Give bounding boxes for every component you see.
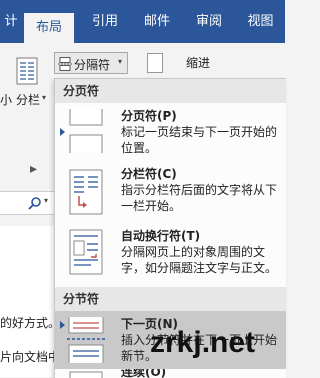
menu-item-description: 分隔网页上的对象周围的文字，如分隔题注文字与正文。 [121, 245, 278, 275]
arrow-right-icon[interactable]: ▸ [30, 161, 37, 177]
next-page-icon [67, 317, 105, 367]
search-icon[interactable] [28, 195, 42, 214]
text-wrapping-break-item[interactable]: 自动换行符(T) 分隔网页上的对象周围的文字，如分隔题注文字与正文。 [55, 223, 286, 287]
chevron-down-icon: ▾ [117, 57, 122, 66]
document-canvas: 的好方式。 片向文档中 [0, 226, 60, 377]
ribbon-tab-bar: 计 布局 引用 邮件 审阅 视图 [0, 0, 285, 43]
breaks-icon [58, 56, 72, 75]
breaks-button[interactable]: 分隔符 ▾ [54, 52, 128, 74]
page-breaks-header: 分页符 [55, 79, 286, 103]
menu-item-title: 自动换行符(T) [121, 229, 201, 243]
indent-label: 缩进 [186, 56, 211, 70]
page-break-item[interactable]: 分页符(P) 标记一页结束与下一页开始的位置。 [55, 103, 286, 161]
chevron-down-icon[interactable]: ▾ [44, 196, 48, 205]
marker-icon [60, 321, 65, 329]
column-break-item[interactable]: 分栏符(C) 指示分栏符后面的文字将从下一栏开始。 [55, 161, 286, 223]
document-text-line: 片向文档中 [0, 350, 61, 364]
menu-item-description: 标记一页结束与下一页开始的位置。 [121, 125, 278, 155]
tab-references[interactable]: 引用 [80, 0, 130, 43]
tab-review[interactable]: 审阅 [184, 0, 234, 43]
breaks-button-label: 分隔符 [74, 58, 111, 72]
watermark-text: zrkj.net [150, 326, 256, 359]
menu-item-title: 分栏符(C) [121, 167, 177, 181]
search-input[interactable]: ▾ [0, 191, 54, 215]
section-breaks-header: 分节符 [55, 287, 286, 311]
tab-layout[interactable]: 布局 [24, 13, 74, 43]
marker-icon [60, 128, 65, 136]
size-button-label[interactable]: 小 [0, 91, 12, 108]
column-break-icon [69, 169, 103, 219]
document-text-line: 的好方式。 [0, 316, 61, 330]
tab-design[interactable]: 计 [0, 0, 22, 43]
line-numbers-icon[interactable] [147, 53, 163, 73]
tab-view[interactable]: 视图 [236, 0, 285, 43]
tab-mailings[interactable]: 邮件 [132, 0, 182, 43]
chevron-down-icon[interactable]: ▾ [42, 93, 46, 102]
columns-button-label[interactable]: 分栏 [16, 91, 40, 108]
text-wrapping-icon [69, 229, 103, 279]
menu-item-title: 分页符(P) [121, 109, 177, 123]
menu-item-description: 指示分栏符后面的文字将从下一栏开始。 [121, 183, 278, 213]
page-break-icon [69, 109, 103, 157]
columns-icon[interactable] [16, 57, 38, 85]
